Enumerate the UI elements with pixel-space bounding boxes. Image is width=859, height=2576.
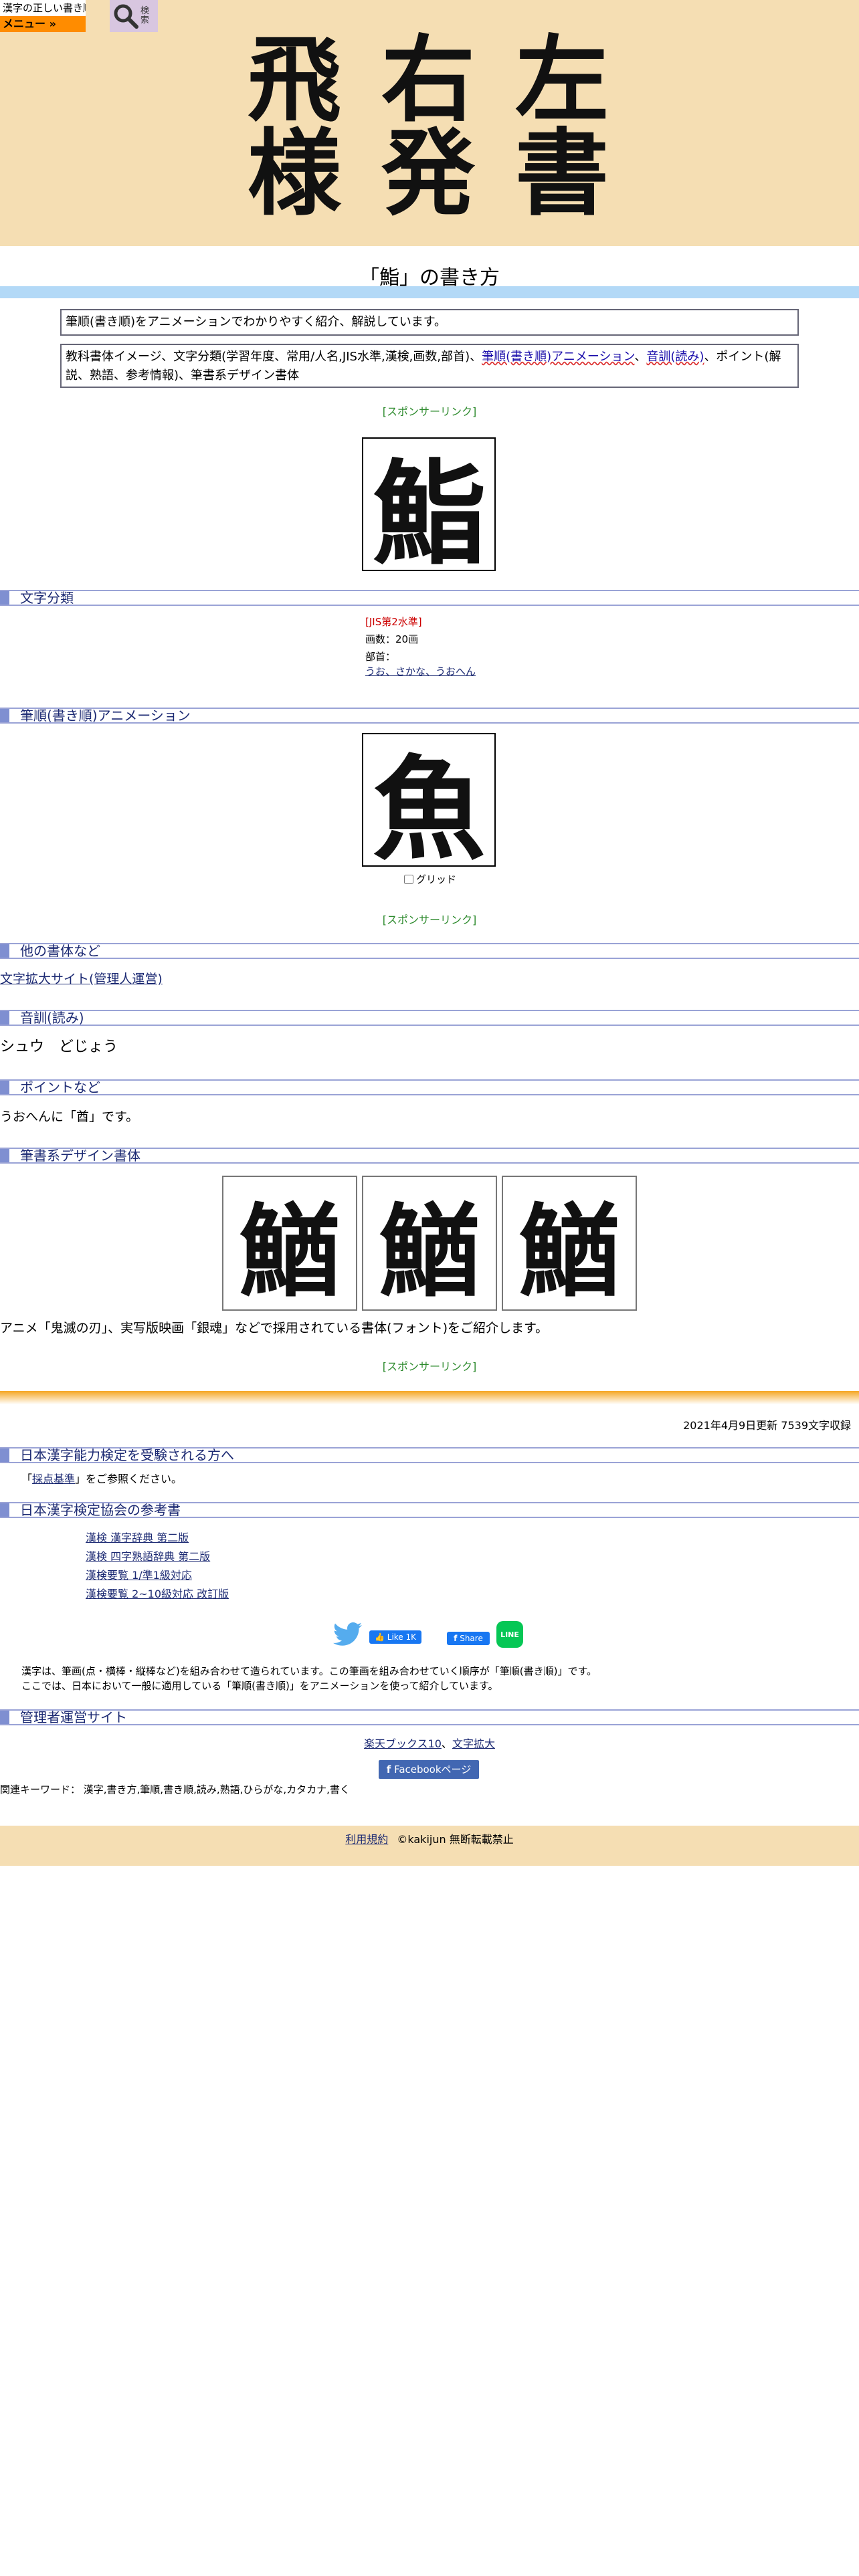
section-title: 音訓(読み) <box>20 1010 84 1026</box>
reading-link[interactable]: 音訓(読み) <box>646 350 704 364</box>
facebook-icon: f <box>386 1763 391 1776</box>
section-title: 他の書体など <box>20 943 100 959</box>
explanation-line: ここでは、日本において一般に適用している「筆順(書き順)」をアニメーションを使っ… <box>21 1680 498 1692</box>
section-title: 文字分類 <box>20 590 74 606</box>
intro-box: 筆順(書き順)をアニメーションでわかりやすく紹介、解説しています。 <box>60 309 799 336</box>
radical-label: 部首： <box>365 651 396 663</box>
facebook-icon: f <box>454 1634 458 1643</box>
section-title: 管理者運営サイト <box>20 1709 127 1725</box>
brush-font-sample[interactable]: 鰌 <box>222 1176 357 1311</box>
search-icon <box>114 4 138 29</box>
sponsor-label: [スポンサーリンク] <box>382 405 477 418</box>
hero-char: 飛 <box>247 25 341 135</box>
section-kanken-exam: 日本漢字能力検定を受験される方へ <box>0 1447 859 1463</box>
section-reading: 音訓(読み) <box>0 1010 859 1026</box>
hero-char: 様 <box>247 119 341 229</box>
explanation-line: 漢字は、筆画(点・横棒・縦棒など)を組み合わせて造られています。この筆画を組み合… <box>21 1665 597 1677</box>
kanken-book-link[interactable]: 漢検 漢字辞典 第二版 <box>86 1529 229 1547</box>
scoring-criteria-link[interactable]: 採点基準 <box>32 1473 75 1485</box>
reading-text: シュウ どじょう <box>0 1039 118 1055</box>
section-kanken-ref: 日本漢字検定協会の参考書 <box>0 1502 859 1518</box>
grid-label: グリッド <box>416 873 457 885</box>
copyright: ©kakijun 無断転載禁止 <box>397 1833 514 1846</box>
intro-text: 筆順(書き順)をアニメーションでわかりやすく紹介、解説しています。 <box>66 315 446 329</box>
stroke-anim-char: 魚 <box>373 742 485 875</box>
brush-font-sample[interactable]: 鰌 <box>502 1176 637 1311</box>
points-text: うおへんに「酋」です。 <box>0 1109 139 1124</box>
kanken-book-list: 漢検 漢字辞典 第二版 漢検 四字熟語辞典 第二版 漢検要覧 1/準1級対応 漢… <box>86 1529 229 1604</box>
thumbs-up-icon: 👍 <box>374 1632 385 1642</box>
terms-link[interactable]: 利用規約 <box>345 1833 388 1846</box>
site-header: 漢字の正しい書き順(筆順) メニュー » 検索 飛 右 左 様 発 書 <box>0 0 859 246</box>
admin-site-links: 楽天ブックス10、文字拡大 <box>364 1737 495 1750</box>
brush-font-sample[interactable]: 鰌 <box>362 1176 497 1311</box>
facebook-share-button[interactable]: f Share <box>447 1632 490 1645</box>
section-title: 筆順(書き順)アニメーション <box>20 708 191 724</box>
hero-char: 左 <box>514 25 609 135</box>
kanken-note: 「採点基準」をご参照ください。 <box>21 1473 183 1485</box>
section-title: 筆書系デザイン書体 <box>20 1148 140 1164</box>
section-other-fonts: 他の書体など <box>0 943 859 959</box>
menu-button[interactable]: メニュー » <box>0 16 86 32</box>
search-label: 検索 <box>140 6 150 25</box>
contents-box: 教科書体イメージ、文字分類(学習年度、常用/人名,JIS水準,漢検,画数,部首)… <box>60 344 799 388</box>
sponsor-label: [スポンサーリンク] <box>382 914 477 926</box>
update-info: 2021年4月9日更新 7539文字収録 <box>683 1419 851 1432</box>
stroke-animation-canvas: 魚 <box>362 733 496 875</box>
content-divider <box>0 1391 859 1404</box>
brush-caption: アニメ「鬼滅の刃」、実写版映画「銀魂」などで採用されている書体(フォント)をご紹… <box>0 1321 549 1335</box>
grid-checkbox[interactable] <box>404 874 413 884</box>
separator: 、 <box>634 350 647 364</box>
twitter-icon[interactable] <box>333 1622 363 1646</box>
grid-toggle[interactable]: グリッド <box>404 872 456 886</box>
main-kanji-image: 鮨 <box>362 437 496 580</box>
kanken-book-link[interactable]: 漢検要覧 1/準1級対応 <box>86 1566 229 1585</box>
related-keywords: 関連キーワード： 漢字,書き方,筆順,書き順,読み,熟語,ひらがな,カタカナ,書… <box>0 1784 350 1796</box>
facebook-like-button[interactable]: 👍 Like 1K <box>369 1630 421 1644</box>
facebook-page-button[interactable]: f Facebookページ <box>379 1760 479 1779</box>
sponsor-label: [スポンサーリンク] <box>382 1360 477 1373</box>
kanken-book-link[interactable]: 漢検要覧 2~10級対応 改訂版 <box>86 1585 229 1604</box>
explanation: 漢字は、筆画(点・横棒・縦棒など)を組み合わせて造られています。この筆画を組み合… <box>21 1664 844 1693</box>
section-title: ポイントなど <box>20 1079 100 1095</box>
section-title: 日本漢字能力検定を受験される方へ <box>20 1447 234 1463</box>
site-footer: 利用規約 ©kakijun 無断転載禁止 <box>0 1826 859 1866</box>
social-buttons: 👍 Like 1K f Share LINE <box>0 1621 859 1648</box>
jis-level: [JIS第2水準] <box>365 616 422 628</box>
logo-menu-box[interactable]: 漢字の正しい書き順(筆順) メニュー » <box>0 0 86 32</box>
stroke-count: 画数：20画 <box>365 633 419 645</box>
kanken-book-link[interactable]: 漢検 四字熟語辞典 第二版 <box>86 1547 229 1566</box>
section-points: ポイントなど <box>0 1079 859 1095</box>
hero-char: 発 <box>381 119 475 229</box>
line-share-icon[interactable]: LINE <box>496 1621 523 1648</box>
hero-calligraphy: 飛 右 左 様 発 書 <box>227 33 629 221</box>
title-divider <box>0 286 859 298</box>
section-classification: 文字分類 <box>0 590 859 606</box>
section-brush-design: 筆書系デザイン書体 <box>0 1148 859 1164</box>
section-admin-sites: 管理者運営サイト <box>0 1709 859 1725</box>
search-button[interactable]: 検索 <box>110 0 158 32</box>
enlarge-site-link[interactable]: 文字拡大サイト(管理人運営) <box>0 971 163 987</box>
hero-char: 書 <box>514 119 609 229</box>
site-logo[interactable]: 漢字の正しい書き順(筆順) <box>0 0 86 16</box>
enlarge-link[interactable]: 文字拡大 <box>452 1737 495 1750</box>
radical-link[interactable]: うお、さかな、うおへん <box>365 663 476 679</box>
contents-text: 教科書体イメージ、文字分類(学習年度、常用/人名,JIS水準,漢検,画数,部首)… <box>66 350 482 364</box>
hero-char: 右 <box>381 25 475 135</box>
rakuten-link[interactable]: 楽天ブックス10 <box>364 1737 442 1750</box>
section-title: 日本漢字検定協会の参考書 <box>20 1502 181 1518</box>
stroke-anim-link[interactable]: 筆順(書き順)アニメーション <box>482 350 634 364</box>
